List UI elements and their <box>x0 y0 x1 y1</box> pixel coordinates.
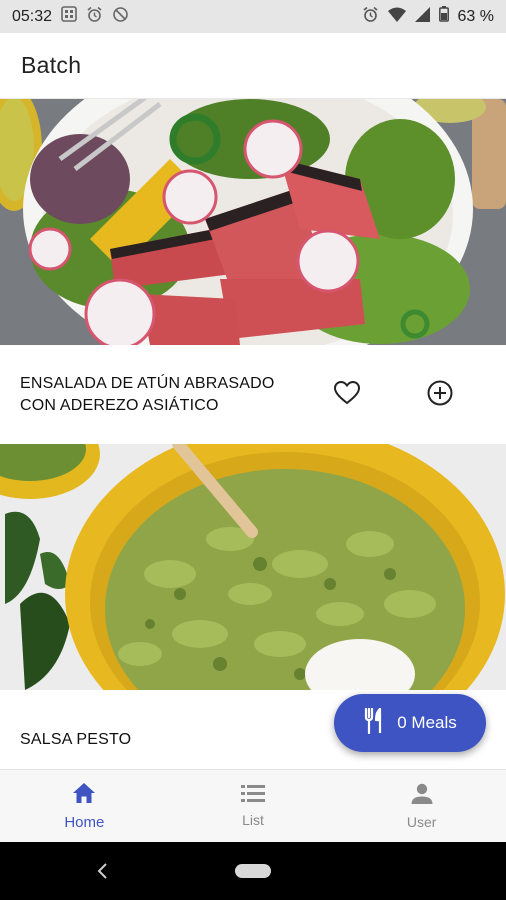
recipe-image-tuna-salad[interactable] <box>0 99 506 345</box>
favorite-button[interactable] <box>329 377 365 413</box>
meals-counter-button[interactable]: 0 Meals <box>334 694 486 752</box>
status-bar: 05:32 63 % <box>0 0 506 33</box>
nav-item-home[interactable]: Home <box>0 770 169 843</box>
nav-item-user[interactable]: User <box>337 770 506 843</box>
app-bar: Batch <box>0 33 506 99</box>
bottom-navigation: Home List User <box>0 769 506 843</box>
nav-label-user: User <box>406 814 437 830</box>
battery-level: 63 % <box>457 7 494 25</box>
alarm-icon <box>362 6 379 28</box>
alarm-icon <box>86 6 103 28</box>
nav-item-list[interactable]: List <box>169 770 338 843</box>
add-to-meals-button[interactable] <box>422 377 458 413</box>
nav-label-list: List <box>242 812 264 828</box>
utensils-icon <box>363 707 385 739</box>
heart-icon <box>333 380 361 410</box>
recipe-title[interactable]: SALSA PESTO <box>20 729 305 751</box>
wifi-icon <box>387 7 406 27</box>
add-circle-icon <box>427 380 453 411</box>
recipe-card-info[interactable]: ENSALADA DE ATÚN ABRASADO CON ADEREZO AS… <box>0 345 506 444</box>
list-icon <box>241 785 265 806</box>
meals-count-label: 0 Meals <box>397 713 457 732</box>
screenshot-icon <box>61 6 77 27</box>
recipe-title[interactable]: ENSALADA DE ATÚN ABRASADO CON ADEREZO AS… <box>20 373 305 417</box>
home-icon <box>72 782 96 808</box>
back-icon[interactable] <box>96 863 108 884</box>
battery-icon <box>438 6 449 27</box>
system-navigation-bar <box>0 842 506 900</box>
dnd-icon <box>112 6 129 28</box>
home-pill-icon[interactable] <box>235 864 271 883</box>
signal-icon <box>414 6 430 27</box>
nav-label-home: Home <box>64 814 105 831</box>
recipe-image-pesto[interactable] <box>0 444 506 690</box>
user-icon <box>411 783 433 808</box>
page-title: Batch <box>21 52 82 78</box>
status-time: 05:32 <box>12 7 53 25</box>
